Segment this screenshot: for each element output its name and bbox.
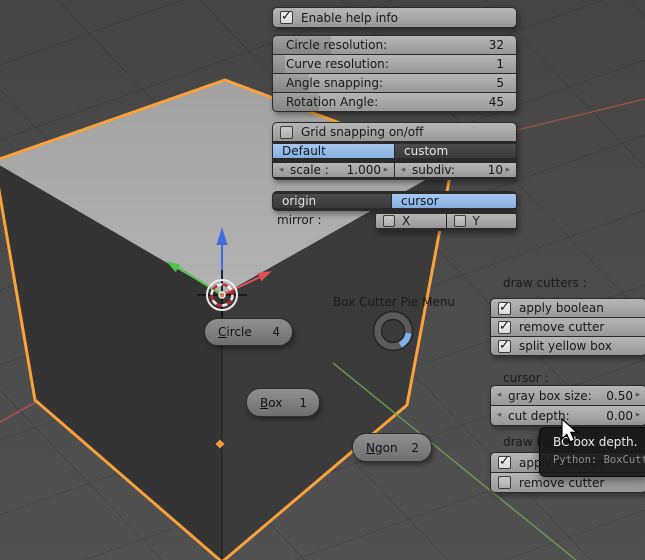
cursor-heading: cursor : — [503, 371, 549, 385]
enable-help-info-checkbox[interactable] — [280, 9, 293, 24]
option-label: split yellow box — [519, 339, 612, 353]
option-label: remove cutter — [519, 320, 605, 334]
pie-button-label: Ngon — [366, 440, 398, 455]
tab-custom[interactable]: custom — [395, 144, 516, 158]
pie-button-circle[interactable]: Circle 4 — [204, 318, 293, 346]
field-value: 1.000 — [346, 163, 381, 177]
preset-tabs: Default custom — [273, 142, 516, 160]
curve-resolution-slider[interactable]: Curve resolution: 1 — [273, 55, 516, 73]
toggle-label: cursor — [401, 194, 439, 208]
draw-cutters-heading: draw cutters : — [503, 276, 587, 290]
decrement-arrow-icon[interactable] — [494, 411, 504, 420]
option-label: apply boolean — [519, 301, 604, 315]
mouse-cursor-icon — [561, 418, 579, 443]
axis-label: Y — [472, 214, 480, 228]
mirror-label: mirror : — [277, 213, 322, 227]
field-label: scale : — [290, 163, 329, 177]
decrement-arrow-icon[interactable] — [494, 391, 504, 400]
tab-label: Default — [282, 144, 326, 158]
scale-field[interactable]: scale : 1.000 — [273, 163, 394, 177]
rotation-angle-slider[interactable]: Rotation Angle: 45 — [273, 93, 516, 111]
remove-cutter-toggle[interactable]: remove cutter — [491, 318, 645, 336]
increment-arrow-icon[interactable] — [633, 391, 643, 400]
pie-button-label: Box — [260, 395, 283, 410]
split-yellow-box-toggle[interactable]: split yellow box — [491, 337, 645, 355]
tab-default[interactable]: Default — [273, 144, 394, 158]
pie-button-count: 1 — [299, 395, 307, 410]
increment-arrow-icon[interactable] — [503, 166, 513, 175]
slider-label: Rotation Angle: — [286, 95, 379, 109]
tab-label: custom — [404, 144, 449, 158]
slider-label: Angle snapping: — [286, 76, 384, 90]
blender-3d-viewport[interactable]: Enable help info Circle resolution: 32 C… — [0, 0, 645, 560]
slider-label: Circle resolution: — [286, 38, 388, 52]
resolution-panel: Circle resolution: 32 Curve resolution: … — [272, 35, 517, 112]
slider-value: 5 — [496, 76, 504, 90]
slider-fill — [273, 55, 286, 73]
pie-menu-title: Box Cutter Pie Menu — [332, 295, 456, 309]
axis-label: X — [402, 214, 411, 228]
remove-cutter-checkbox-2[interactable] — [498, 476, 511, 489]
pie-button-count: 2 — [411, 440, 419, 455]
decrement-arrow-icon[interactable] — [276, 166, 286, 175]
pie-button-ngon[interactable]: Ngon 2 — [352, 433, 432, 462]
grid-snapping-toggle[interactable]: Grid snapping on/off — [273, 123, 516, 141]
help-panel: Enable help info — [272, 7, 517, 28]
pie-button-count: 4 — [272, 325, 280, 339]
origin-toggle[interactable]: origin — [273, 194, 391, 208]
slider-value: 32 — [488, 38, 504, 52]
mirror-y-checkbox[interactable] — [453, 215, 466, 227]
angle-snapping-slider[interactable]: Angle snapping: 5 — [273, 74, 516, 92]
remove-cutter-checkbox[interactable] — [498, 319, 511, 334]
field-value: 0.50 — [606, 388, 633, 403]
mirror-y-toggle[interactable]: Y — [446, 214, 516, 228]
origin-cursor-panel: origin cursor — [272, 191, 517, 211]
slider-label: Curve resolution: — [286, 57, 389, 71]
mirror-x-toggle[interactable]: X — [376, 214, 446, 228]
slider-value: 1 — [496, 57, 504, 71]
grid-snapping-label: Grid snapping on/off — [301, 125, 424, 139]
field-value: 0.00 — [606, 408, 633, 423]
apply-boolean-checkbox[interactable] — [498, 300, 511, 315]
cursor-toggle[interactable]: cursor — [392, 194, 516, 208]
mirror-axis-panel: X Y — [375, 211, 517, 231]
tooltip: BC box depth. Python: BoxCutte — [539, 427, 645, 477]
draw-cutters-panel: apply boolean remove cutter split yellow… — [490, 298, 645, 356]
toggle-label: origin — [282, 194, 317, 208]
mirror-x-checkbox[interactable] — [383, 215, 395, 227]
pie-button-label: Circle — [218, 325, 252, 339]
split-yellow-box-checkbox[interactable] — [498, 338, 511, 353]
apply-boolean-toggle[interactable]: apply boolean — [491, 299, 645, 317]
field-label: gray box size: — [508, 388, 592, 403]
increment-arrow-icon[interactable] — [381, 166, 391, 175]
circle-resolution-slider[interactable]: Circle resolution: 32 — [273, 36, 516, 54]
snapping-panel: Grid snapping on/off Default custom scal… — [272, 122, 517, 180]
decrement-arrow-icon[interactable] — [398, 166, 408, 175]
apply-boolean-checkbox-2[interactable] — [498, 454, 511, 469]
subdiv-field[interactable]: subdiv: 10 — [395, 163, 516, 177]
enable-help-info-toggle[interactable]: Enable help info — [273, 8, 516, 27]
field-label: subdiv: — [412, 163, 455, 177]
grid-snapping-checkbox[interactable] — [280, 125, 293, 139]
field-value: 10 — [487, 163, 503, 177]
tooltip-python-line: Python: BoxCutte — [553, 454, 645, 466]
pie-button-box[interactable]: Box 1 — [246, 388, 320, 417]
snap-number-fields: scale : 1.000 subdiv: 10 — [273, 161, 516, 179]
increment-arrow-icon[interactable] — [633, 411, 643, 420]
gray-box-size-field[interactable]: gray box size: 0.50 — [491, 386, 645, 405]
enable-help-info-label: Enable help info — [301, 10, 398, 25]
slider-value: 45 — [488, 95, 504, 109]
option-label: remove cutter — [519, 475, 605, 490]
